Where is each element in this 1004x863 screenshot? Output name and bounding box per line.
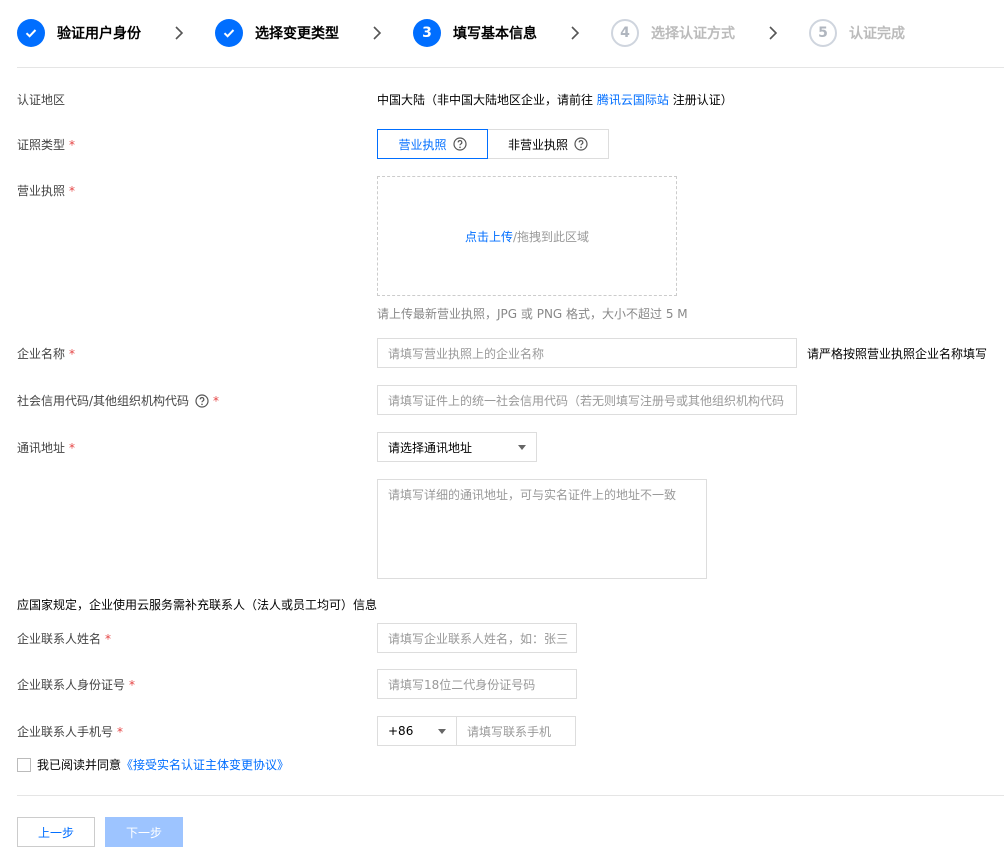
country-code-select[interactable]: +86	[377, 716, 457, 746]
address-detail-textarea[interactable]: 请填写详细的通讯地址，可与实名证件上的地址不一致	[377, 479, 707, 579]
step-verify-identity: 验证用户身份	[17, 19, 141, 47]
license-upload-hint: 请上传最新营业执照，JPG 或 PNG 格式，大小不超过 5 M	[377, 307, 688, 321]
credit-code-input[interactable]: 请填写证件上的统一社会信用代码（若无则填写注册号或其他组织机构代码	[377, 385, 797, 415]
company-name-note: 请严格按照营业执照企业名称填写	[807, 347, 988, 361]
region-label: 认证地区	[17, 91, 65, 108]
check-icon	[215, 19, 243, 47]
region-value-prefix: 中国大陆（非中国大陆地区企业，请前往	[377, 93, 594, 107]
upload-link[interactable]: 点击上传	[465, 228, 513, 245]
step-number: 5	[809, 19, 837, 47]
required-mark: *	[69, 440, 76, 455]
agreement-link[interactable]: 《接受实名认证主体变更协议》	[121, 758, 289, 772]
company-name-label-text: 企业名称	[17, 347, 66, 361]
credit-code-label: 社会信用代码/其他组织机构代码 *	[17, 392, 219, 409]
required-mark: *	[69, 346, 76, 361]
intl-site-link[interactable]: 腾讯云国际站	[597, 93, 669, 107]
step-select-auth-method: 4 选择认证方式	[611, 19, 735, 47]
contact-section-note: 应国家规定，企业使用云服务需补充联系人（法人或员工均可）信息	[17, 598, 378, 612]
address-label: 通讯地址 *	[17, 439, 75, 456]
contact-id-label-text: 企业联系人身份证号	[17, 678, 126, 692]
credit-code-label-text: 社会信用代码/其他组织机构代码	[17, 394, 190, 408]
contact-phone-input[interactable]: 请填写联系手机	[456, 716, 576, 746]
step-label: 填写基本信息	[453, 26, 537, 42]
step-select-change-type: 选择变更类型	[215, 19, 339, 47]
prev-button[interactable]: 上一步	[17, 817, 95, 847]
required-mark: *	[69, 137, 76, 152]
required-mark: *	[129, 677, 136, 692]
region-value-suffix: 注册认证）	[672, 93, 733, 107]
chevron-right-icon	[175, 26, 184, 40]
contact-id-label: 企业联系人身份证号 *	[17, 676, 135, 693]
step-label: 选择认证方式	[651, 26, 735, 42]
agreement-checkbox[interactable]	[17, 758, 31, 772]
caret-down-icon	[518, 444, 526, 450]
contact-name-label-text: 企业联系人姓名	[17, 632, 102, 646]
address-region-select[interactable]: 请选择通讯地址	[377, 432, 537, 462]
help-icon[interactable]	[574, 137, 588, 151]
step-number: 4	[611, 19, 639, 47]
region-value: 中国大陆（非中国大陆地区企业，请前往 腾讯云国际站 注册认证）	[377, 91, 733, 108]
agreement-text: 我已阅读并同意《接受实名认证主体变更协议》	[37, 758, 289, 772]
license-type-segmented: 营业执照 非营业执照	[377, 129, 609, 159]
caret-down-icon	[438, 728, 446, 734]
chevron-right-icon	[373, 26, 382, 40]
contact-name-input[interactable]: 请填写企业联系人姓名，如：张三	[377, 623, 577, 653]
company-name-label: 企业名称 *	[17, 345, 75, 362]
help-icon[interactable]	[195, 393, 209, 408]
divider	[17, 67, 1004, 68]
license-upload-label-text: 营业执照	[17, 184, 66, 198]
license-upload-label: 营业执照 *	[17, 182, 75, 199]
license-type-option-non-business[interactable]: 非营业执照	[487, 129, 609, 159]
option-label: 非营业执照	[507, 137, 568, 152]
next-button[interactable]: 下一步	[105, 817, 183, 847]
contact-phone-label-text: 企业联系人手机号	[17, 725, 114, 739]
chevron-right-icon	[769, 26, 778, 40]
contact-phone-label: 企业联系人手机号 *	[17, 723, 123, 740]
help-icon[interactable]	[452, 137, 467, 151]
option-label: 营业执照	[398, 137, 447, 152]
step-label: 选择变更类型	[255, 26, 339, 42]
required-mark: *	[69, 183, 76, 198]
license-type-option-business[interactable]: 营业执照	[377, 129, 488, 159]
step-fill-basic-info: 3 填写基本信息	[413, 19, 537, 47]
license-type-label-text: 证照类型	[17, 138, 66, 152]
divider	[17, 795, 1004, 796]
steps-bar: 验证用户身份 选择变更类型 3 填写基本信息 4 选择认证方式 5 认证完成	[17, 19, 1004, 47]
check-icon	[17, 19, 45, 47]
step-auth-complete: 5 认证完成	[809, 19, 905, 47]
license-upload-dropzone[interactable]: 点击上传/拖拽到此区域	[377, 176, 677, 296]
required-mark: *	[117, 724, 124, 739]
address-select-value: 请选择通讯地址	[388, 440, 473, 455]
license-type-label: 证照类型 *	[17, 136, 75, 153]
step-label: 验证用户身份	[57, 26, 141, 42]
country-code-value: +86	[388, 724, 414, 738]
contact-id-input[interactable]: 请填写18位二代身份证号码	[377, 669, 577, 699]
address-label-text: 通讯地址	[17, 441, 66, 455]
chevron-right-icon	[571, 26, 580, 40]
step-number: 3	[413, 19, 441, 47]
upload-drag-text: /拖拽到此区域	[512, 229, 590, 244]
contact-name-label: 企业联系人姓名 *	[17, 630, 111, 647]
step-label: 认证完成	[849, 26, 905, 42]
region-label-text: 认证地区	[17, 93, 66, 107]
company-name-input[interactable]: 请填写营业执照上的企业名称	[377, 338, 797, 368]
required-mark: *	[213, 393, 220, 408]
agreement-label: 我已阅读并同意	[37, 758, 122, 772]
required-mark: *	[105, 631, 112, 646]
